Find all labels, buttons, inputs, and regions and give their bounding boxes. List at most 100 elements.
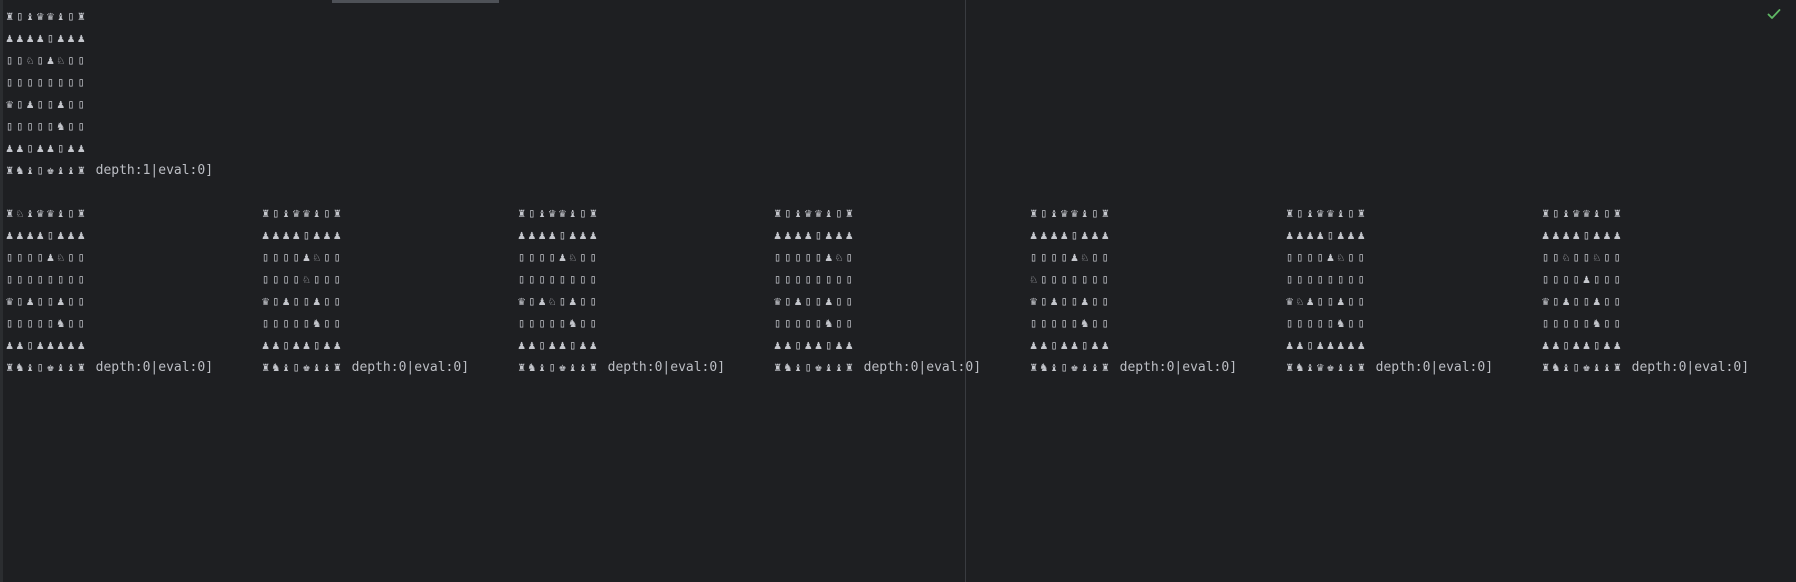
board-row: ▯▯▯▯♘▯▯▯: [262, 268, 469, 290]
board-row: ♟♟♟♟▯♟♟♟: [1542, 224, 1749, 246]
board-row-text: ♜♘♝♛♛♝▯♜: [6, 206, 88, 220]
board-row: ▯▯▯▯♟♘▯▯: [262, 246, 469, 268]
board-row-text: ♛▯♟▯▯♟▯▯: [1030, 294, 1112, 308]
board-row: ♜♞♝♛♚♝♝♜ depth:0|eval:0]: [1286, 356, 1493, 378]
board-row-text: ♟♟♟♟▯♟♟♟: [6, 31, 88, 45]
board-row: ♜♞♝▯♚♝♝♜ depth:0|eval:0]: [6, 356, 213, 378]
board-status: depth:0|eval:0]: [1111, 360, 1238, 375]
board-row-text: ♟♟♟♟▯♟♟♟: [6, 228, 88, 242]
board-row-text: ▯▯▯▯▯♞▯▯: [6, 316, 88, 330]
board-row: ▯▯▯▯▯▯▯▯: [518, 268, 725, 290]
board-row-text: ♜♞♝▯♚♝♝♜: [262, 360, 344, 374]
board-row-text: ▯▯▯▯▯♞▯▯: [262, 316, 344, 330]
board-row: ♟♟▯♟♟▯♟♟: [1542, 334, 1749, 356]
board-row: ▯▯▯▯▯▯▯▯: [6, 71, 213, 93]
board-row: ▯▯▯▯▯♞▯▯: [774, 312, 981, 334]
board-row: ▯▯▯▯▯♞▯▯: [518, 312, 725, 334]
board-row-text: ♟♟▯♟♟▯♟♟: [1030, 338, 1112, 352]
board-row: ♜♞♝▯♚♝♝♜ depth:0|eval:0]: [774, 356, 981, 378]
board-row: ▯▯▯▯▯▯▯▯: [1286, 268, 1493, 290]
board-row: ▯▯▯▯▯▯▯▯: [774, 268, 981, 290]
board-row: ♟♟♟♟▯♟♟♟: [6, 27, 213, 49]
board-row-text: ♟♟▯♟♟♟♟♟: [1286, 338, 1368, 352]
board-row: ♟♟♟♟▯♟♟♟: [1286, 224, 1493, 246]
board-row: ♛▯♟▯▯♟▯▯: [6, 93, 213, 115]
board-row-text: ♛♘♟▯▯♟▯▯: [1286, 294, 1368, 308]
board-row-text: ▯▯▯▯▯♞▯▯: [1286, 316, 1368, 330]
board-row: ♜♘♝♛♛♝▯♜: [6, 202, 213, 224]
child-board: ♜♘♝♛♛♝▯♜ ♟♟♟♟▯♟♟♟ ▯▯▯▯♟♘▯▯ ▯▯▯▯▯▯▯▯ ♛▯♟▯…: [6, 202, 213, 378]
board-row: ▯▯♘▯▯♘▯▯: [1542, 246, 1749, 268]
board-row-text: ♛▯♟▯▯♟▯▯: [1542, 294, 1624, 308]
board-row-text: ♟♟▯♟♟▯♟♟: [518, 338, 600, 352]
board-row-text: ▯▯♘▯♟♘▯▯: [6, 53, 88, 67]
board-row-text: ▯▯▯▯♟♘▯▯: [6, 250, 88, 264]
board-status: depth:1|eval:0]: [87, 163, 214, 178]
board-status: depth:0|eval:0]: [855, 360, 982, 375]
board-row-text: ♟♟▯♟♟▯♟♟: [774, 338, 856, 352]
child-board: ♜▯♝♛♛♝▯♜ ♟♟♟♟▯♟♟♟ ▯▯▯▯♟♘▯▯ ▯▯▯▯▯▯▯▯ ♛▯♟♘…: [518, 202, 725, 378]
board-row: ♘▯▯▯▯▯▯▯: [1030, 268, 1237, 290]
board-row-text: ▯▯▯▯▯▯▯▯: [1286, 272, 1368, 286]
board-row-text: ♜♞♝▯♚♝♝♜: [6, 360, 88, 374]
board-row: ▯▯▯▯♟♘▯▯: [6, 246, 213, 268]
board-row: ♜▯♝♛♛♝▯♜: [6, 5, 213, 27]
board-row-text: ▯▯▯▯▯♞▯▯: [774, 316, 856, 330]
board-row: ♟♟▯♟♟▯♟♟: [518, 334, 725, 356]
board-row: ♜▯♝♛♛♝▯♜: [518, 202, 725, 224]
board-row: ♜▯♝♛♛♝▯♜: [1286, 202, 1493, 224]
board-row: ▯▯▯▯♟▯▯▯: [1542, 268, 1749, 290]
board-row-text: ♜♞♝♛♚♝♝♜: [1286, 360, 1368, 374]
child-board: ♜▯♝♛♛♝▯♜ ♟♟♟♟▯♟♟♟ ▯▯▯▯♟♘▯▯ ▯▯▯▯♘▯▯▯ ♛▯♟▯…: [262, 202, 469, 378]
board-status: depth:0|eval:0]: [87, 360, 214, 375]
board-row-text: ▯▯▯▯♟♘▯▯: [518, 250, 600, 264]
board-status: depth:0|eval:0]: [1623, 360, 1750, 375]
board-row-text: ♟♟▯♟♟♟♟♟: [6, 338, 88, 352]
board-row-text: ♜▯♝♛♛♝▯♜: [262, 206, 344, 220]
board-row-text: ♟♟▯♟♟▯♟♟: [1542, 338, 1624, 352]
board-row-text: ▯▯▯▯♟♘▯▯: [1286, 250, 1368, 264]
board-row-text: ♟♟▯♟♟▯♟♟: [262, 338, 344, 352]
board-row-text: ▯▯▯▯▯♞▯▯: [1030, 316, 1112, 330]
board-row-text: ▯▯▯▯♟♘▯▯: [262, 250, 344, 264]
board-row: ♟♟▯♟♟▯♟♟: [774, 334, 981, 356]
board-row-text: ♜▯♝♛♛♝▯♜: [1030, 206, 1112, 220]
board-row: ♟♟♟♟▯♟♟♟: [1030, 224, 1237, 246]
board-row-text: ▯▯▯▯♟♘▯▯: [1030, 250, 1112, 264]
board-row: ♛▯♟▯▯♟▯▯: [6, 290, 213, 312]
board-row-text: ♘▯▯▯▯▯▯▯: [1030, 272, 1112, 286]
board-row-text: ♜▯♝♛♛♝▯♜: [518, 206, 600, 220]
board-row: ▯▯▯▯♟♘▯▯: [1286, 246, 1493, 268]
board-row: ♜▯♝♛♛♝▯♜: [1030, 202, 1237, 224]
board-row: ▯▯▯▯▯♞▯▯: [6, 115, 213, 137]
board-row: ♜♞♝▯♚♝♝♜ depth:0|eval:0]: [518, 356, 725, 378]
board-row-text: ▯▯▯▯▯♞▯▯: [1542, 316, 1624, 330]
board-row: ♛▯♟▯▯♟▯▯: [774, 290, 981, 312]
board-row-text: ♜♞♝▯♚♝♝♜: [518, 360, 600, 374]
board-row: ▯▯▯▯▯▯▯▯: [6, 268, 213, 290]
board-row-text: ♜▯♝♛♛♝▯♜: [774, 206, 856, 220]
board-row-text: ♜♞♝▯♚♝♝♜: [1542, 360, 1624, 374]
board-row: ♟♟♟♟▯♟♟♟: [262, 224, 469, 246]
board-row: ♜▯♝♛♛♝▯♜: [1542, 202, 1749, 224]
child-board: ♜▯♝♛♛♝▯♜ ♟♟♟♟▯♟♟♟ ▯▯▯▯♟♘▯▯ ▯▯▯▯▯▯▯▯ ♛♘♟▯…: [1286, 202, 1493, 378]
board-row-text: ♜♞♝▯♚♝♝♜: [6, 163, 88, 177]
root-board: ♜▯♝♛♛♝▯♜ ♟♟♟♟▯♟♟♟ ▯▯♘▯♟♘▯▯ ▯▯▯▯▯▯▯▯ ♛▯♟▯…: [6, 5, 213, 181]
board-row-text: ♜▯♝♛♛♝▯♜: [1286, 206, 1368, 220]
board-row-text: ♟♟♟♟▯♟♟♟: [1286, 228, 1368, 242]
console-output: ♜▯♝♛♛♝▯♜ ♟♟♟♟▯♟♟♟ ▯▯♘▯♟♘▯▯ ▯▯▯▯▯▯▯▯ ♛▯♟▯…: [0, 0, 1796, 582]
board-row: ♜▯♝♛♛♝▯♜: [262, 202, 469, 224]
board-row-text: ▯▯▯▯▯▯▯▯: [6, 75, 88, 89]
board-row: ♜♞♝▯♚♝♝♜ depth:1|eval:0]: [6, 159, 213, 181]
board-row-text: ♟♟♟♟▯♟♟♟: [1542, 228, 1624, 242]
board-row-text: ▯▯▯▯▯▯▯▯: [518, 272, 600, 286]
board-row-text: ▯▯▯▯▯♞▯▯: [6, 119, 88, 133]
board-row: ♟♟▯♟♟♟♟♟: [6, 334, 213, 356]
board-row-text: ♜▯♝♛♛♝▯♜: [6, 9, 88, 23]
board-row-text: ♟♟♟♟▯♟♟♟: [1030, 228, 1112, 242]
board-row: ♟♟♟♟▯♟♟♟: [774, 224, 981, 246]
board-row-text: ♜♞♝▯♚♝♝♜: [774, 360, 856, 374]
board-row: ▯▯▯▯▯♞▯▯: [1030, 312, 1237, 334]
board-row-text: ♛▯♟▯▯♟▯▯: [6, 97, 88, 111]
board-row-text: ♛▯♟▯▯♟▯▯: [6, 294, 88, 308]
